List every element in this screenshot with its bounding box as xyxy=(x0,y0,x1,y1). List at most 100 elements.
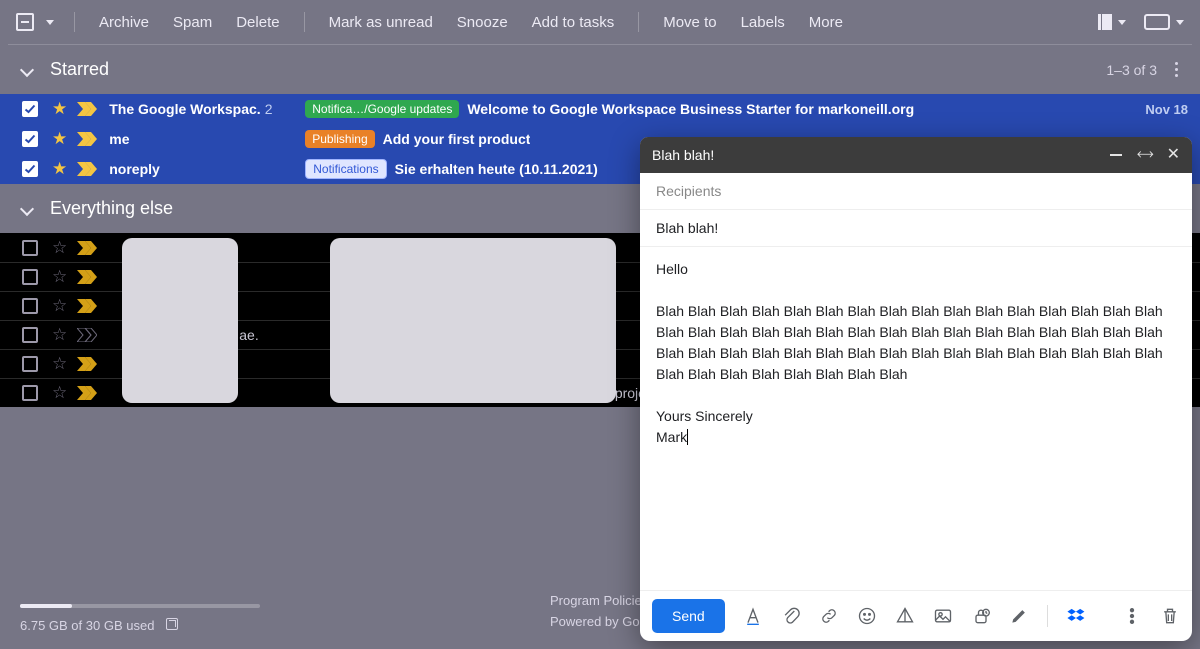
chevron-down-icon xyxy=(20,201,34,215)
more-options-icon[interactable] xyxy=(1122,606,1142,626)
archive-button[interactable]: Archive xyxy=(89,10,159,35)
row-checkbox[interactable] xyxy=(22,161,38,177)
star-icon[interactable]: ★ xyxy=(52,99,67,119)
toolbar-separator xyxy=(638,12,639,32)
row-checkbox[interactable] xyxy=(22,269,38,285)
send-button-group: Send xyxy=(652,599,725,633)
importance-marker[interactable] xyxy=(77,132,97,146)
subject: Add your first product xyxy=(383,131,531,147)
row-checkbox[interactable] xyxy=(22,131,38,147)
star-icon[interactable]: ★ xyxy=(52,159,67,179)
photo-icon[interactable] xyxy=(933,606,953,626)
label-chip[interactable]: Publishing xyxy=(305,130,374,148)
sender: me xyxy=(109,131,305,147)
star-icon[interactable]: ☆ xyxy=(52,238,67,258)
compose-header[interactable]: Blah blah! ⤢ ✕ xyxy=(640,137,1192,173)
caret-down-icon xyxy=(1176,20,1184,25)
row-checkbox[interactable] xyxy=(22,327,38,343)
discard-icon[interactable] xyxy=(1160,606,1180,626)
caret-down-icon xyxy=(1118,20,1126,25)
confidential-icon[interactable] xyxy=(971,606,991,626)
dropbox-icon[interactable] xyxy=(1066,606,1086,626)
importance-marker[interactable] xyxy=(77,386,97,400)
attach-icon[interactable] xyxy=(781,606,801,626)
keyboard-icon xyxy=(1144,14,1170,30)
footer-link-policies[interactable]: Program Policies xyxy=(550,591,648,612)
send-options-caret[interactable] xyxy=(725,599,726,633)
label-chip[interactable]: Notifications xyxy=(305,159,386,179)
star-icon[interactable]: ☆ xyxy=(52,296,67,316)
attachment-preview-card[interactable] xyxy=(122,238,238,403)
row-checkbox[interactable] xyxy=(22,356,38,372)
star-icon[interactable]: ☆ xyxy=(52,383,67,403)
toolbar-separator xyxy=(1047,605,1048,627)
link-icon[interactable] xyxy=(819,606,839,626)
importance-marker[interactable] xyxy=(77,162,97,176)
importance-marker[interactable] xyxy=(77,241,97,255)
density-toggle[interactable] xyxy=(1098,14,1126,30)
toolbar-separator xyxy=(74,12,75,32)
star-icon[interactable]: ☆ xyxy=(52,354,67,374)
section-header-starred[interactable]: Starred 1–3 of 3 xyxy=(0,45,1200,94)
subject: Welcome to Google Workspace Business Sta… xyxy=(467,101,914,117)
section-overflow-menu[interactable] xyxy=(1175,62,1178,77)
close-button[interactable]: ✕ xyxy=(1167,148,1180,162)
compose-window: Blah blah! ⤢ ✕ Recipients Blah blah! Hel… xyxy=(640,137,1192,641)
star-icon[interactable]: ☆ xyxy=(52,267,67,287)
email-row[interactable]: ★ The Google Workspac.2 Notifica…/Google… xyxy=(0,94,1200,124)
spam-button[interactable]: Spam xyxy=(163,10,222,35)
importance-marker[interactable] xyxy=(77,328,97,342)
select-all-checkbox[interactable] xyxy=(16,13,34,31)
recipients-field[interactable]: Recipients xyxy=(640,173,1192,210)
row-checkbox[interactable] xyxy=(22,240,38,256)
item-count: 1–3 of 3 xyxy=(1106,62,1157,78)
storage-footer: 6.75 GB of 30 GB used xyxy=(20,604,620,633)
section-title: Starred xyxy=(50,59,109,80)
drive-icon[interactable] xyxy=(895,606,915,626)
importance-marker[interactable] xyxy=(77,270,97,284)
storage-bar xyxy=(20,604,260,608)
snooze-button[interactable]: Snooze xyxy=(447,10,518,35)
send-button[interactable]: Send xyxy=(652,599,725,633)
signature-icon[interactable] xyxy=(1009,606,1029,626)
mark-unread-button[interactable]: Mark as unread xyxy=(319,10,443,35)
formatting-icon[interactable] xyxy=(743,606,763,626)
compose-body[interactable]: Hello Blah Blah Blah Blah Blah Blah Blah… xyxy=(640,247,1192,590)
subject-field[interactable]: Blah blah! xyxy=(640,210,1192,247)
label-chip[interactable]: Notifica…/Google updates xyxy=(305,100,459,118)
compose-title: Blah blah! xyxy=(652,147,714,163)
date: Nov 18 xyxy=(1129,102,1188,117)
footer-link-powered: Powered by Go xyxy=(550,612,648,633)
select-menu-caret[interactable] xyxy=(46,20,54,25)
open-external-icon[interactable] xyxy=(166,618,178,630)
toolbar-separator xyxy=(304,12,305,32)
expand-button[interactable]: ⤢ xyxy=(1135,146,1154,165)
star-icon[interactable]: ☆ xyxy=(52,325,67,345)
row-snippet: ae. xyxy=(239,327,258,343)
compose-toolbar: Send xyxy=(640,590,1192,641)
subject: Sie erhalten heute (10.11.2021) xyxy=(395,161,598,177)
sender: noreply xyxy=(109,161,305,177)
sender: The Google Workspac.2 xyxy=(109,101,305,117)
importance-marker[interactable] xyxy=(77,102,97,116)
labels-button[interactable]: Labels xyxy=(731,10,795,35)
text-cursor xyxy=(687,429,688,445)
storage-text: 6.75 GB of 30 GB used xyxy=(20,618,154,633)
input-tools-toggle[interactable] xyxy=(1144,14,1184,30)
star-icon[interactable]: ★ xyxy=(52,129,67,149)
row-checkbox[interactable] xyxy=(22,298,38,314)
add-to-tasks-button[interactable]: Add to tasks xyxy=(522,10,625,35)
attachment-preview-card[interactable] xyxy=(330,238,616,403)
density-icon xyxy=(1098,14,1112,30)
more-button[interactable]: More xyxy=(799,10,853,35)
action-toolbar: Archive Spam Delete Mark as unread Snooz… xyxy=(0,0,1200,44)
importance-marker[interactable] xyxy=(77,357,97,371)
minimize-button[interactable] xyxy=(1110,154,1122,156)
importance-marker[interactable] xyxy=(77,299,97,313)
section-title: Everything else xyxy=(50,198,173,219)
row-checkbox[interactable] xyxy=(22,385,38,401)
delete-button[interactable]: Delete xyxy=(226,10,289,35)
row-checkbox[interactable] xyxy=(22,101,38,117)
emoji-icon[interactable] xyxy=(857,606,877,626)
move-to-button[interactable]: Move to xyxy=(653,10,726,35)
